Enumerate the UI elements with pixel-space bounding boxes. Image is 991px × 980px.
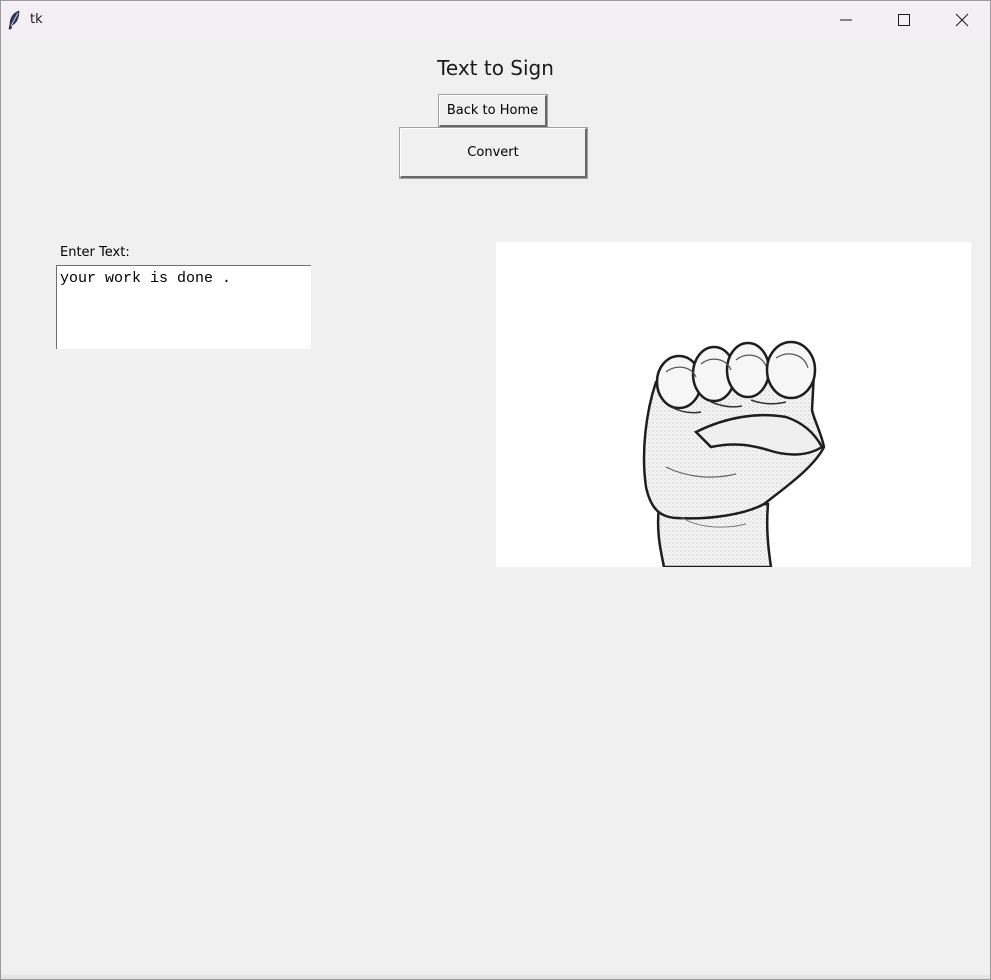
minimize-button[interactable] — [817, 1, 875, 40]
back-to-home-button[interactable]: Back to Home — [438, 94, 548, 128]
maximize-button[interactable] — [875, 1, 933, 40]
close-button[interactable] — [933, 1, 990, 40]
feather-icon — [7, 10, 21, 30]
app-window: tk Text to Sign Back to Home Convert Ent… — [0, 0, 991, 980]
window-title: tk — [30, 12, 43, 27]
convert-button[interactable]: Convert — [399, 127, 588, 179]
title-bar[interactable]: tk — [1, 1, 990, 40]
input-label: Enter Text: — [60, 245, 130, 260]
bottom-edge — [1, 975, 990, 979]
fist-hand-sign-image — [642, 340, 826, 567]
text-input[interactable]: your work is done . — [56, 265, 311, 349]
page-title: Text to Sign — [437, 56, 554, 80]
sign-image-panel — [496, 242, 971, 567]
